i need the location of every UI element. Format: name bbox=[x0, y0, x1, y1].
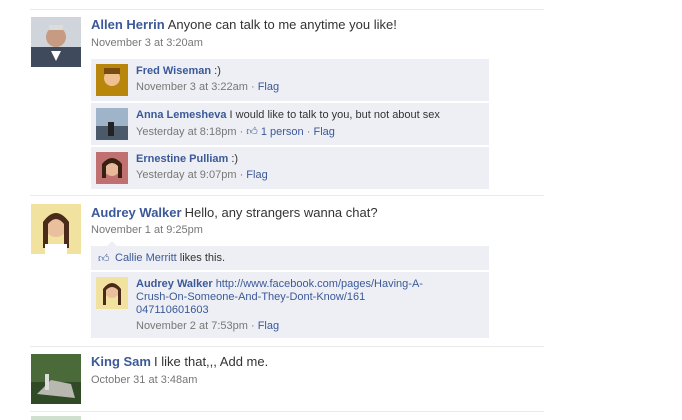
avatar[interactable] bbox=[31, 17, 81, 67]
post-separator bbox=[30, 411, 544, 412]
post-separator bbox=[30, 195, 544, 196]
likes-suffix: likes this. bbox=[179, 252, 226, 264]
comment-author-link[interactable]: Audrey Walker bbox=[136, 278, 213, 290]
post-header: King Sam I like that,,, Add me. bbox=[91, 354, 268, 369]
flag-link[interactable]: Flag bbox=[313, 126, 334, 138]
comment-line: Fred Wiseman :) bbox=[136, 65, 221, 77]
comment-timestamp[interactable]: Yesterday at 9:07pm bbox=[136, 169, 237, 181]
comment-timestamp[interactable]: November 3 at 3:22am bbox=[136, 81, 248, 93]
post-text: Anyone can talk to me anytime you like! bbox=[167, 17, 397, 32]
comment-line: Anna Lemesheva I would like to talk to y… bbox=[136, 109, 440, 121]
meta-separator: · bbox=[250, 81, 255, 93]
comment-author-link[interactable]: Anna Lemesheva bbox=[136, 109, 226, 121]
avatar-image bbox=[31, 354, 81, 404]
flag-link[interactable]: Flag bbox=[258, 81, 279, 93]
post-timestamp[interactable]: October 31 at 3:48am bbox=[91, 374, 197, 386]
meta-separator: · bbox=[250, 320, 255, 332]
avatar[interactable] bbox=[31, 204, 81, 254]
avatar[interactable] bbox=[31, 416, 81, 420]
avatar[interactable] bbox=[96, 277, 128, 309]
comment-meta: November 3 at 3:22am · Flag bbox=[136, 81, 279, 93]
avatar-image bbox=[96, 152, 128, 184]
comment-body: Audrey Walker http://www.facebook.com/pa… bbox=[136, 278, 423, 317]
comment-line: Ernestine Pulliam :) bbox=[136, 153, 238, 165]
comment-meta: Yesterday at 9:07pm · Flag bbox=[136, 169, 268, 181]
flag-link[interactable]: Flag bbox=[246, 169, 267, 181]
meta-separator: · bbox=[239, 126, 244, 138]
comment-timestamp[interactable]: November 2 at 7:53pm bbox=[136, 320, 248, 332]
likes-count-link[interactable]: 1 person bbox=[261, 126, 304, 138]
post-text: I like that,,, Add me. bbox=[154, 354, 269, 369]
thumbs-up-icon: 👍︎ bbox=[98, 253, 110, 265]
post-author-link[interactable]: Audrey Walker bbox=[91, 205, 182, 220]
post-header: Audrey Walker Hello, any strangers wanna… bbox=[91, 205, 378, 220]
avatar[interactable] bbox=[96, 64, 128, 96]
post-text: Hello, any strangers wanna chat? bbox=[184, 205, 378, 220]
comment-text: I would like to talk to you, but not abo… bbox=[229, 109, 440, 121]
flag-link[interactable]: Flag bbox=[258, 320, 279, 332]
comment-text: :) bbox=[214, 65, 221, 77]
post-author-link[interactable]: Allen Herrin bbox=[91, 17, 165, 32]
comment-author-link[interactable]: Fred Wiseman bbox=[136, 65, 211, 77]
post-header: Allen Herrin Anyone can talk to me anyti… bbox=[91, 17, 397, 32]
comment-meta: Yesterday at 8:18pm · 👍︎ 1 person · Flag bbox=[136, 125, 335, 138]
post-separator bbox=[30, 9, 544, 10]
avatar-image bbox=[96, 64, 128, 96]
url-text-line: http://www.facebook.com/pages/Having-A- bbox=[215, 278, 423, 290]
comment-meta: November 2 at 7:53pm · Flag bbox=[136, 320, 279, 332]
url-text-line: Crush-On-Someone-And-They-Dont-Know/161 bbox=[136, 291, 366, 303]
liker-link[interactable]: Callie Merritt bbox=[115, 252, 177, 264]
likes-text: Callie Merritt likes this. bbox=[115, 252, 225, 264]
meta-separator: · bbox=[306, 126, 311, 138]
avatar-image bbox=[31, 17, 81, 67]
avatar[interactable] bbox=[96, 152, 128, 184]
comment: Anna Lemesheva I would like to talk to y… bbox=[91, 103, 489, 146]
comment-text: :) bbox=[231, 153, 239, 165]
likes-row: 👍︎ Callie Merritt likes this. bbox=[91, 246, 489, 271]
avatar-image bbox=[31, 204, 81, 254]
thumbs-up-icon: 👍︎ bbox=[246, 126, 258, 138]
post-separator bbox=[30, 346, 544, 347]
comment: Ernestine Pulliam :) Yesterday at 9:07pm… bbox=[91, 147, 489, 190]
meta-separator: · bbox=[239, 169, 244, 181]
post-author-link[interactable]: King Sam bbox=[91, 354, 151, 369]
url-text-line: 047110601603 bbox=[136, 304, 209, 316]
comment-author-link[interactable]: Ernestine Pulliam bbox=[136, 153, 228, 165]
avatar-image bbox=[96, 277, 128, 309]
comment: Audrey Walker http://www.facebook.com/pa… bbox=[91, 272, 489, 339]
post-timestamp[interactable]: November 1 at 9:25pm bbox=[91, 224, 203, 236]
post-timestamp[interactable]: November 3 at 3:20am bbox=[91, 37, 203, 49]
avatar[interactable] bbox=[31, 354, 81, 404]
avatar-image bbox=[96, 108, 128, 140]
comment-timestamp[interactable]: Yesterday at 8:18pm bbox=[136, 126, 237, 138]
avatar[interactable] bbox=[96, 108, 128, 140]
comment: Fred Wiseman :) November 3 at 3:22am · F… bbox=[91, 59, 489, 102]
